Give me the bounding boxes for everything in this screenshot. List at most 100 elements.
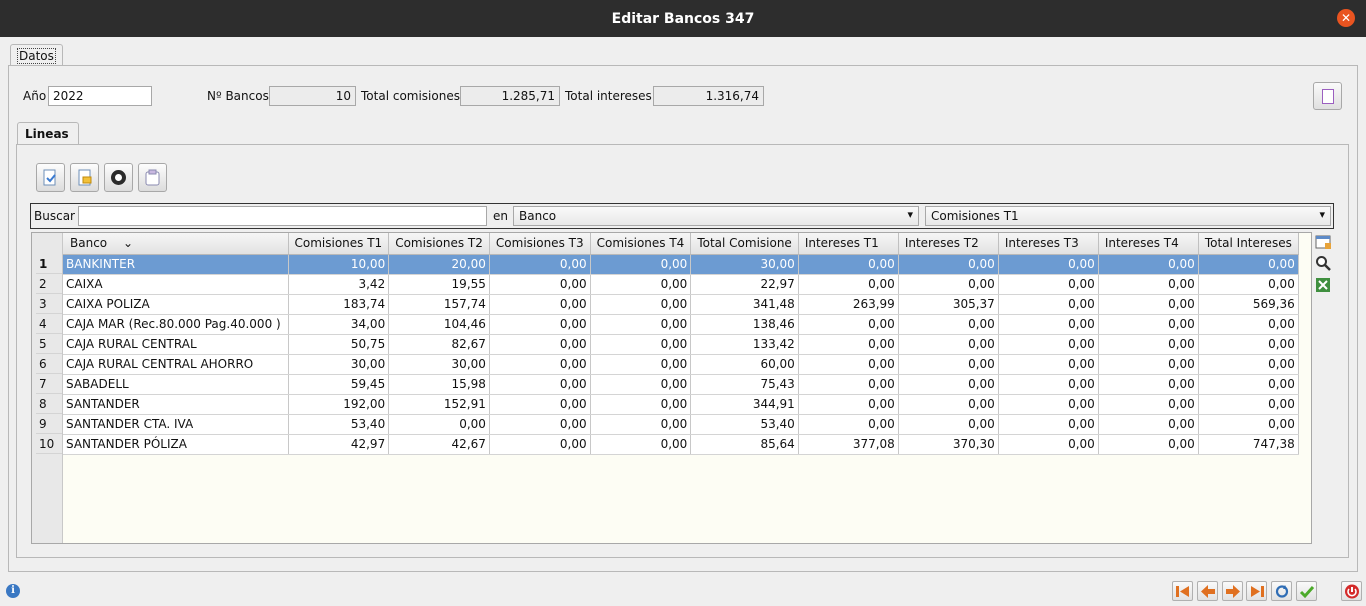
- last-record-button[interactable]: [1246, 581, 1267, 601]
- cell-value[interactable]: 0,00: [489, 334, 591, 355]
- table-row[interactable]: SANTANDER CTA. IVA 53,40 0,00 0,00 0,00 53,40…: [63, 414, 1299, 435]
- row-number[interactable]: 2: [36, 274, 62, 294]
- cell-value[interactable]: 0,00: [998, 394, 1099, 415]
- cell-value[interactable]: 0,00: [1098, 294, 1199, 315]
- delete-line-button[interactable]: [104, 163, 133, 192]
- cell-value[interactable]: 0,00: [798, 354, 899, 375]
- cell-value[interactable]: 341,48: [690, 294, 799, 315]
- cell-value[interactable]: 0,00: [998, 274, 1099, 295]
- cell-value[interactable]: 42,97: [288, 434, 390, 455]
- cell-banco[interactable]: CAJA MAR (Rec.80.000 Pag.40.000 ): [63, 314, 289, 335]
- cell-value[interactable]: 0,00: [898, 394, 999, 415]
- cell-value[interactable]: 747,38: [1198, 434, 1299, 455]
- table-row[interactable]: CAIXA 3,42 19,55 0,00 0,00 22,97 0,00 0,00 0,00 0…: [63, 274, 1299, 295]
- cell-value[interactable]: 20,00: [388, 254, 490, 275]
- cell-value[interactable]: 0,00: [898, 274, 999, 295]
- cell-value[interactable]: 0,00: [388, 414, 490, 435]
- table-row[interactable]: CAJA RURAL CENTRAL 50,75 82,67 0,00 0,00 133,…: [63, 334, 1299, 355]
- cell-value[interactable]: 0,00: [1198, 274, 1299, 295]
- cell-value[interactable]: 183,74: [288, 294, 390, 315]
- next-record-button[interactable]: [1222, 581, 1243, 601]
- cell-value[interactable]: 370,30: [898, 434, 999, 455]
- cell-value[interactable]: 0,00: [489, 434, 591, 455]
- cell-value[interactable]: 34,00: [288, 314, 390, 335]
- row-number[interactable]: 1: [36, 254, 62, 274]
- cell-banco[interactable]: SANTANDER PÓLIZA: [63, 434, 289, 455]
- cell-banco[interactable]: SANTANDER: [63, 394, 289, 415]
- cell-value[interactable]: 53,40: [690, 414, 799, 435]
- cell-value[interactable]: 157,74: [388, 294, 490, 315]
- cell-value[interactable]: 0,00: [998, 434, 1099, 455]
- new-line-button[interactable]: [36, 163, 65, 192]
- row-number[interactable]: 5: [36, 334, 62, 354]
- cell-value[interactable]: 0,00: [998, 374, 1099, 395]
- cell-value[interactable]: 0,00: [998, 254, 1099, 275]
- cell-value[interactable]: 59,45: [288, 374, 390, 395]
- cell-value[interactable]: 0,00: [898, 334, 999, 355]
- cell-value[interactable]: 0,00: [1098, 254, 1199, 275]
- cell-value[interactable]: 0,00: [898, 354, 999, 375]
- cell-value[interactable]: 0,00: [590, 394, 692, 415]
- cell-value[interactable]: 75,43: [690, 374, 799, 395]
- info-icon[interactable]: i: [6, 584, 20, 598]
- cell-value[interactable]: 0,00: [798, 334, 899, 355]
- cell-value[interactable]: 0,00: [1198, 334, 1299, 355]
- cell-value[interactable]: 53,40: [288, 414, 390, 435]
- cell-value[interactable]: 0,00: [998, 414, 1099, 435]
- cell-value[interactable]: 0,00: [898, 254, 999, 275]
- cell-value[interactable]: 0,00: [1098, 334, 1199, 355]
- cell-value[interactable]: 0,00: [1098, 274, 1199, 295]
- cell-value[interactable]: 0,00: [798, 254, 899, 275]
- tab-datos[interactable]: Datos: [10, 44, 63, 66]
- table-row[interactable]: CAJA RURAL CENTRAL AHORRO 30,00 30,00 0,00 0…: [63, 354, 1299, 375]
- cell-value[interactable]: 104,46: [388, 314, 490, 335]
- cell-value[interactable]: 344,91: [690, 394, 799, 415]
- accept-button[interactable]: [1296, 581, 1317, 601]
- cell-value[interactable]: 133,42: [690, 334, 799, 355]
- cell-value[interactable]: 0,00: [590, 374, 692, 395]
- cell-value[interactable]: 0,00: [590, 434, 692, 455]
- close-button[interactable]: ✕: [1337, 9, 1355, 27]
- cell-value[interactable]: 0,00: [1098, 314, 1199, 335]
- table-row[interactable]: SABADELL 59,45 15,98 0,00 0,00 75,43 0,00 0,00 0…: [63, 374, 1299, 395]
- cell-value[interactable]: 0,00: [798, 314, 899, 335]
- cell-banco[interactable]: BANKINTER: [63, 254, 289, 275]
- cell-value[interactable]: 0,00: [1198, 414, 1299, 435]
- print-button[interactable]: [1313, 82, 1342, 110]
- table-config-icon[interactable]: [1315, 234, 1331, 250]
- search-input[interactable]: [78, 206, 487, 226]
- cell-value[interactable]: 0,00: [489, 354, 591, 375]
- cell-value[interactable]: 0,00: [1198, 394, 1299, 415]
- cell-value[interactable]: 0,00: [1098, 394, 1199, 415]
- cell-banco[interactable]: CAJA RURAL CENTRAL AHORRO: [63, 354, 289, 375]
- column-header[interactable]: Intereses T1: [798, 233, 899, 255]
- cell-value[interactable]: 0,00: [898, 314, 999, 335]
- cell-value[interactable]: 377,08: [798, 434, 899, 455]
- column-header-banco[interactable]: Banco ⌄: [63, 233, 289, 255]
- cell-value[interactable]: 0,00: [489, 374, 591, 395]
- cell-value[interactable]: 0,00: [489, 274, 591, 295]
- cell-value[interactable]: 0,00: [998, 294, 1099, 315]
- column-header[interactable]: Comisiones T1: [288, 233, 390, 255]
- cell-banco[interactable]: CAIXA POLIZA: [63, 294, 289, 315]
- column-header[interactable]: Comisiones T2: [388, 233, 490, 255]
- cell-value[interactable]: 0,00: [489, 294, 591, 315]
- cell-value[interactable]: 30,00: [388, 354, 490, 375]
- edit-line-button[interactable]: [70, 163, 99, 192]
- cell-value[interactable]: 30,00: [288, 354, 390, 375]
- table-row[interactable]: SANTANDER 192,00 152,91 0,00 0,00 344,91 0,00 0…: [63, 394, 1299, 415]
- column-header[interactable]: Comisiones T3: [489, 233, 591, 255]
- column-header[interactable]: Total Comisione: [690, 233, 799, 255]
- cell-value[interactable]: 15,98: [388, 374, 490, 395]
- clipboard-button[interactable]: [138, 163, 167, 192]
- cell-value[interactable]: 22,97: [690, 274, 799, 295]
- cell-banco[interactable]: CAJA RURAL CENTRAL: [63, 334, 289, 355]
- cell-value[interactable]: 0,00: [1098, 434, 1199, 455]
- prev-record-button[interactable]: [1197, 581, 1218, 601]
- cell-banco[interactable]: CAIXA: [63, 274, 289, 295]
- cell-value[interactable]: 192,00: [288, 394, 390, 415]
- table-row[interactable]: SANTANDER PÓLIZA 42,97 42,67 0,00 0,00 85,64 3…: [63, 434, 1299, 455]
- cell-value[interactable]: 305,37: [898, 294, 999, 315]
- cell-value[interactable]: 0,00: [798, 274, 899, 295]
- cell-banco[interactable]: SANTANDER CTA. IVA: [63, 414, 289, 435]
